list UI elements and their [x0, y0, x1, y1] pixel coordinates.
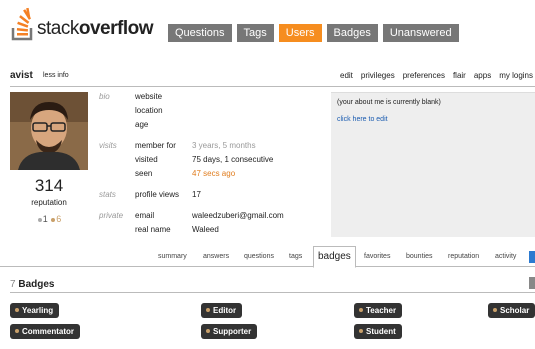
- badge-label: Teacher: [366, 306, 397, 315]
- badges-divider: [10, 292, 535, 293]
- badges-count: 7: [10, 279, 16, 290]
- subtab-badges[interactable]: badges: [313, 246, 356, 268]
- profile-info: bio website location age visits member f…: [0, 0, 330, 240]
- profile-views-label: profile views: [135, 190, 180, 199]
- subtab-summary[interactable]: summary: [158, 253, 187, 260]
- badge-supporter[interactable]: Supporter: [201, 324, 258, 339]
- bronze-dot-icon: [206, 307, 210, 312]
- visited-label: visited: [135, 155, 158, 164]
- edit-link[interactable]: edit: [340, 71, 353, 80]
- profile-subtabs: summary answers questions tags badges fa…: [0, 246, 535, 268]
- subtab-reputation[interactable]: reputation: [448, 253, 479, 260]
- flair-link[interactable]: flair: [453, 71, 466, 80]
- preferences-link[interactable]: preferences: [403, 71, 445, 80]
- badge-student[interactable]: Student: [354, 324, 402, 339]
- badge-editor[interactable]: Editor: [201, 303, 243, 318]
- nav-tab-badges[interactable]: Badges: [326, 24, 378, 42]
- badges-title: Badges: [18, 279, 55, 290]
- privileges-link[interactable]: privileges: [361, 71, 395, 80]
- badge-label: Student: [366, 327, 396, 336]
- seen-label: seen: [135, 169, 153, 178]
- my-logins-link[interactable]: my logins: [499, 71, 533, 80]
- badge-label: Supporter: [213, 327, 252, 336]
- bronze-dot-icon: [206, 328, 210, 333]
- profile-links: edit privileges preferences flair apps m…: [340, 71, 533, 80]
- bronze-dot-icon: [359, 307, 363, 312]
- subtab-activity[interactable]: activity: [495, 253, 516, 260]
- section-bio-label: bio: [99, 92, 110, 101]
- email-label: email: [135, 211, 155, 220]
- website-label: website: [135, 92, 163, 101]
- badge-label: Commentator: [22, 327, 75, 336]
- email-value: waleedzuberi@gmail.com: [192, 211, 284, 220]
- badge-commentator[interactable]: Commentator: [10, 324, 81, 339]
- about-me-blank-text: (your about me is currently blank): [337, 99, 441, 106]
- badges-sort-button[interactable]: [529, 277, 535, 289]
- badge-scholar[interactable]: Scholar: [488, 303, 535, 318]
- bronze-dot-icon: [15, 328, 19, 333]
- apps-link[interactable]: apps: [474, 71, 491, 80]
- real-name-value: Waleed: [192, 225, 219, 234]
- about-me-panel: (your about me is currently blank) click…: [331, 92, 535, 237]
- bronze-dot-icon: [493, 307, 497, 312]
- about-me-edit-link[interactable]: click here to edit: [337, 116, 388, 123]
- subtab-favorites[interactable]: favorites: [364, 253, 390, 260]
- member-for-value: 3 years, 5 months: [192, 141, 256, 150]
- section-stats-label: stats: [99, 190, 116, 199]
- badge-teacher[interactable]: Teacher: [354, 303, 403, 318]
- section-private-label: private: [99, 211, 124, 220]
- badge-label: Scholar: [500, 306, 530, 315]
- bronze-dot-icon: [15, 307, 19, 312]
- subtab-overflow-button[interactable]: [529, 251, 535, 263]
- nav-tab-unanswered[interactable]: Unanswered: [382, 24, 459, 42]
- subtab-tags[interactable]: tags: [289, 253, 302, 260]
- seen-value: 47 secs ago: [192, 169, 236, 178]
- real-name-label: real name: [135, 225, 171, 234]
- subtab-bounties[interactable]: bounties: [406, 253, 432, 260]
- profile-views-value: 17: [192, 190, 201, 199]
- subtab-answers[interactable]: answers: [203, 253, 229, 260]
- visited-value: 75 days, 1 consecutive: [192, 155, 274, 164]
- badge-label: Yearling: [22, 306, 54, 315]
- age-label: age: [135, 120, 149, 129]
- badge-label: Editor: [213, 306, 237, 315]
- section-visits-label: visits: [99, 141, 117, 150]
- member-for-label: member for: [135, 141, 176, 150]
- bronze-dot-icon: [359, 328, 363, 333]
- badges-heading: 7 Badges: [10, 279, 54, 290]
- location-label: location: [135, 106, 163, 115]
- subtab-questions[interactable]: questions: [244, 253, 274, 260]
- badge-yearling[interactable]: Yearling: [10, 303, 60, 318]
